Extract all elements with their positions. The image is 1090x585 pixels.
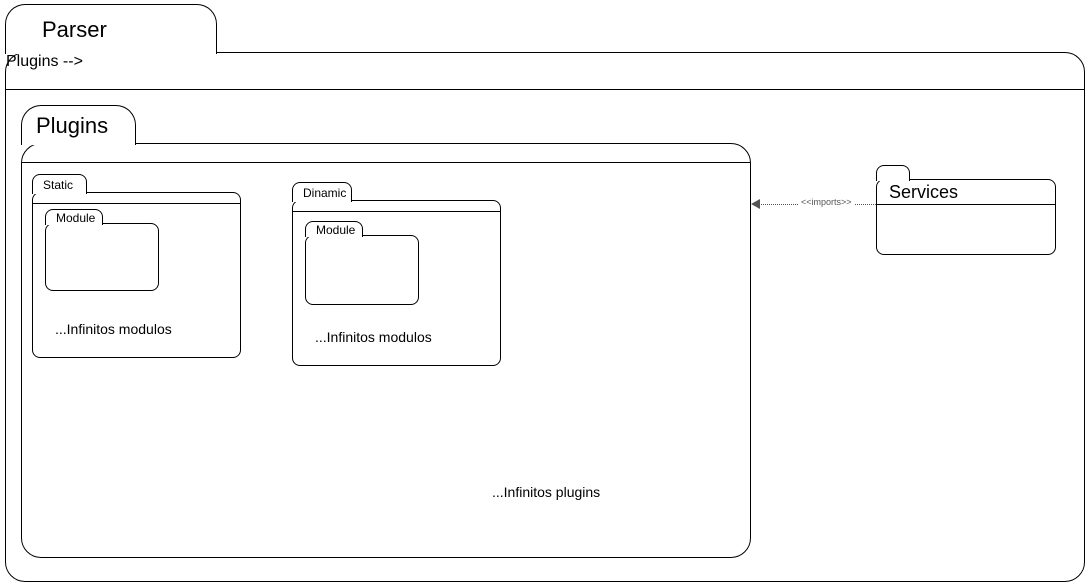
plugins-divider — [22, 162, 750, 163]
static-module-label: Module — [56, 211, 95, 225]
package-static-tab: Static — [32, 174, 87, 194]
package-services: Services — [876, 179, 1056, 255]
services-divider — [877, 204, 1055, 205]
package-dinamic-tab: Dinamic — [292, 182, 352, 202]
package-parser-tab: Parser — [5, 4, 217, 54]
plugins-note: ...Infinitos plugins — [492, 484, 600, 500]
static-module: Module — [45, 223, 159, 291]
dinamic-module: Module — [305, 235, 419, 305]
dinamic-module-label: Module — [316, 223, 355, 237]
package-services-tab — [876, 165, 910, 181]
package-parser: Parser Plugins Static Module ...Infinito… — [5, 52, 1085, 582]
package-static: Static Module ...Infinitos modulos — [32, 192, 241, 358]
static-module-tab: Module — [45, 209, 103, 225]
dinamic-divider — [293, 211, 500, 212]
dependency-label: <<imports>> — [799, 197, 854, 207]
static-note: ...Infinitos modulos — [55, 321, 172, 337]
package-dinamic: Dinamic Module ...Infinitos modulos — [292, 200, 501, 366]
package-parser-label: Parser — [42, 17, 107, 43]
package-static-label: Static — [43, 178, 73, 192]
package-plugins: Plugins Static Module ...Infinitos modul… — [21, 143, 751, 558]
dinamic-note: ...Infinitos modulos — [315, 329, 432, 345]
static-divider — [33, 203, 240, 204]
package-services-label: Services — [889, 182, 958, 203]
dependency-arrowhead — [751, 199, 760, 209]
package-plugins-label: Plugins — [36, 113, 108, 139]
dinamic-module-tab: Module — [305, 221, 363, 237]
package-dinamic-label: Dinamic — [303, 186, 346, 200]
parser-divider — [6, 89, 1084, 90]
package-plugins-tab: Plugins — [21, 105, 136, 145]
